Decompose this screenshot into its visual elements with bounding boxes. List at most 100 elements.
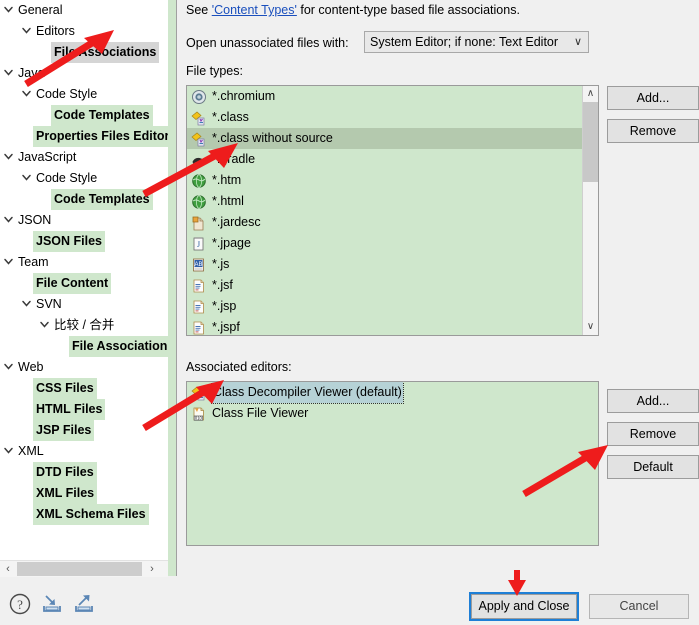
sidebar-item-properties-files-editor[interactable]: Properties Files Editor xyxy=(0,126,168,147)
sidebar-item-web[interactable]: Web xyxy=(0,357,168,378)
chevron-down-icon[interactable] xyxy=(20,88,33,99)
sidebar-item-xml-files[interactable]: XML Files xyxy=(0,483,168,504)
file-type-row[interactable]: J *.jpage xyxy=(187,233,598,254)
file-type-label: *.jardesc xyxy=(212,215,261,229)
associated-editors-list[interactable]: Class Decompiler Viewer (default) 010 Clas… xyxy=(186,381,599,546)
sidebar-item-dtd-files[interactable]: DTD Files xyxy=(0,462,168,483)
sidebar-item-label: SVN xyxy=(36,297,62,311)
chevron-down-icon[interactable] xyxy=(20,298,33,309)
associated-editor-label: Class File Viewer xyxy=(212,406,309,420)
file-type-label: *.chromium xyxy=(212,89,276,103)
file-type-row[interactable]: *.class without source xyxy=(187,128,598,149)
preferences-tree[interactable]: General Editors File Associations Java Code … xyxy=(0,0,168,583)
sidebar-item-code-style[interactable]: Code Style xyxy=(0,84,168,105)
scroll-left-icon[interactable]: ‹ xyxy=(0,561,16,577)
sidebar-item-label: JSON Files xyxy=(33,231,105,252)
chevron-down-icon[interactable] xyxy=(2,445,15,456)
chevron-down-icon[interactable] xyxy=(2,4,15,15)
remove-editor-button[interactable]: Remove xyxy=(607,422,699,446)
add-editor-button[interactable]: Add... xyxy=(607,389,699,413)
text-file-icon xyxy=(191,278,208,294)
associated-editor-row[interactable]: Class Decompiler Viewer (default) xyxy=(187,382,598,404)
sidebar-item-label: Code Templates xyxy=(51,189,153,210)
sidebar-item-code-templates[interactable]: Code Templates xyxy=(0,189,168,210)
file-type-row[interactable]: *.jsf xyxy=(187,275,598,296)
remove-file-type-button[interactable]: Remove xyxy=(607,119,699,143)
scroll-right-icon[interactable]: › xyxy=(144,561,160,577)
help-icon[interactable]: ? xyxy=(8,592,32,616)
file-type-row[interactable]: *.class xyxy=(187,107,598,128)
sidebar-item-[interactable]: 比较 / 合并 xyxy=(0,315,168,336)
sidebar-item-code-style[interactable]: Code Style xyxy=(0,168,168,189)
sidebar-horizontal-scrollbar[interactable]: ‹ › xyxy=(0,560,168,577)
content-types-link[interactable]: 'Content Types' xyxy=(212,3,297,17)
sidebar-item-file-association[interactable]: File Association xyxy=(0,336,168,357)
file-type-row[interactable]: *.jspf xyxy=(187,317,598,336)
gradle-icon xyxy=(191,152,208,168)
import-icon[interactable] xyxy=(40,592,64,616)
apply-and-close-button[interactable]: Apply and Close xyxy=(469,592,579,621)
chevron-down-icon[interactable] xyxy=(2,256,15,267)
sidebar-item-css-files[interactable]: CSS Files xyxy=(0,378,168,399)
sidebar-item-label: General xyxy=(18,3,63,17)
file-types-vertical-scrollbar[interactable]: ∧ ∨ xyxy=(582,86,598,335)
text-file-icon xyxy=(191,299,208,315)
scrollbar-thumb[interactable] xyxy=(583,102,598,182)
file-type-label: *.jpage xyxy=(212,236,251,250)
sidebar-item-svn[interactable]: SVN xyxy=(0,294,168,315)
text-file-icon xyxy=(191,320,208,336)
file-type-row[interactable]: *.jsp xyxy=(187,296,598,317)
sidebar-item-editors[interactable]: Editors xyxy=(0,21,168,42)
sidebar-item-file-associations[interactable]: File Associations xyxy=(0,42,168,63)
sidebar-item-label: JSON xyxy=(18,213,52,227)
associated-editor-row[interactable]: 010 Class File Viewer xyxy=(187,403,598,424)
cancel-button[interactable]: Cancel xyxy=(589,594,689,619)
sidebar-item-json[interactable]: JSON xyxy=(0,210,168,231)
chevron-down-icon[interactable] xyxy=(2,214,15,225)
chevron-down-icon[interactable] xyxy=(20,25,33,36)
sidebar-item-label: DTD Files xyxy=(33,462,97,483)
file-type-row[interactable]: *.jardesc xyxy=(187,212,598,233)
sidebar-item-java[interactable]: Java xyxy=(0,63,168,84)
add-file-type-button[interactable]: Add... xyxy=(607,86,699,110)
sidebar-item-jsp-files[interactable]: JSP Files xyxy=(0,420,168,441)
chevron-down-icon[interactable] xyxy=(2,67,15,78)
hint-prefix: See xyxy=(186,3,212,17)
file-types-list[interactable]: *.chromium *.class *.class without source *… xyxy=(186,85,599,336)
sidebar-item-label: CSS Files xyxy=(33,378,97,399)
scrollbar-thumb[interactable] xyxy=(17,562,142,576)
default-editor-button[interactable]: Default xyxy=(607,455,699,479)
open-unassociated-combo[interactable]: System Editor; if none: Text Editor ∨ xyxy=(364,31,589,53)
sidebar-item-xml[interactable]: XML xyxy=(0,441,168,462)
sidebar-item-code-templates[interactable]: Code Templates xyxy=(0,105,168,126)
sidebar-item-general[interactable]: General xyxy=(0,0,168,21)
file-type-row[interactable]: *.htm xyxy=(187,170,598,191)
export-icon[interactable] xyxy=(72,592,96,616)
scroll-up-icon[interactable]: ∧ xyxy=(583,86,598,102)
sidebar-item-file-content[interactable]: File Content xyxy=(0,273,168,294)
file-type-row[interactable]: AB *.js xyxy=(187,254,598,275)
sidebar-item-label: Code Style xyxy=(36,87,98,101)
file-type-row[interactable]: *.html xyxy=(187,191,598,212)
chevron-down-icon[interactable] xyxy=(2,361,15,372)
file-associations-page: See 'Content Types' for content-type bas… xyxy=(186,0,699,583)
chevron-down-icon[interactable] xyxy=(2,151,15,162)
file-type-label: *.gradle xyxy=(212,152,256,166)
sidebar-item-html-files[interactable]: HTML Files xyxy=(0,399,168,420)
sidebar-item-json-files[interactable]: JSON Files xyxy=(0,231,168,252)
sidebar-bottom-filler xyxy=(0,576,177,583)
sidebar-item-team[interactable]: Team xyxy=(0,252,168,273)
sidebar-green-strip xyxy=(168,0,176,576)
scroll-down-icon[interactable]: ∨ xyxy=(583,319,598,335)
sidebar-item-label: Java xyxy=(18,66,45,80)
file-type-label: *.html xyxy=(212,194,244,208)
chromium-icon xyxy=(191,89,208,105)
sidebar-item-javascript[interactable]: JavaScript xyxy=(0,147,168,168)
chevron-down-icon[interactable] xyxy=(20,172,33,183)
svg-text:J: J xyxy=(197,240,200,249)
file-type-row[interactable]: *.chromium xyxy=(187,86,598,107)
file-type-row[interactable]: *.gradle xyxy=(187,149,598,170)
java-class-icon xyxy=(191,110,208,126)
chevron-down-icon[interactable] xyxy=(38,319,51,330)
sidebar-item-xml-schema-files[interactable]: XML Schema Files xyxy=(0,504,168,525)
